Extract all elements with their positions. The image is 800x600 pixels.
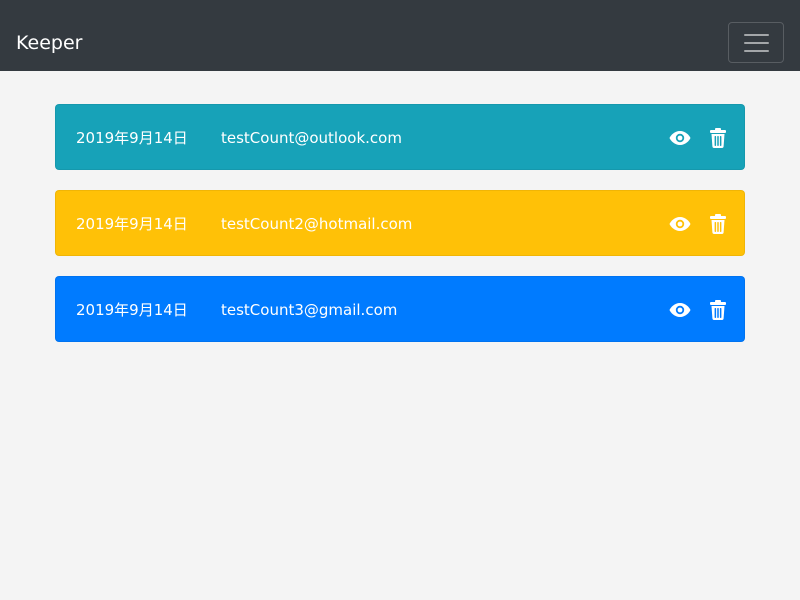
view-account-button[interactable]: [669, 216, 691, 232]
trash-icon: [710, 214, 726, 234]
delete-account-button[interactable]: [710, 128, 726, 148]
trash-icon: [710, 300, 726, 320]
eye-icon: [669, 130, 691, 146]
view-account-button[interactable]: [669, 130, 691, 146]
delete-account-button[interactable]: [710, 300, 726, 320]
brand-title[interactable]: Keeper: [16, 31, 82, 55]
account-date: 2019年9月14日: [76, 215, 188, 233]
account-actions: [669, 126, 726, 150]
account-card: 2019年9月14日 testCount3@gmail.com: [55, 276, 745, 342]
account-actions: [669, 298, 726, 322]
account-date: 2019年9月14日: [76, 129, 188, 147]
delete-account-button[interactable]: [710, 214, 726, 234]
navbar: Keeper: [0, 0, 800, 71]
eye-icon: [669, 302, 691, 318]
account-actions: [669, 212, 726, 236]
account-email: testCount3@gmail.com: [221, 301, 398, 319]
eye-icon: [669, 216, 691, 232]
view-account-button[interactable]: [669, 302, 691, 318]
account-email: testCount@outlook.com: [221, 129, 402, 147]
menu-toggle-button[interactable]: [728, 22, 784, 63]
account-list: 2019年9月14日 testCount@outlook.com 2019年9月…: [55, 104, 745, 362]
account-card: 2019年9月14日 testCount2@hotmail.com: [55, 190, 745, 256]
account-email: testCount2@hotmail.com: [221, 215, 413, 233]
account-card: 2019年9月14日 testCount@outlook.com: [55, 104, 745, 170]
account-date: 2019年9月14日: [76, 301, 188, 319]
trash-icon: [710, 128, 726, 148]
